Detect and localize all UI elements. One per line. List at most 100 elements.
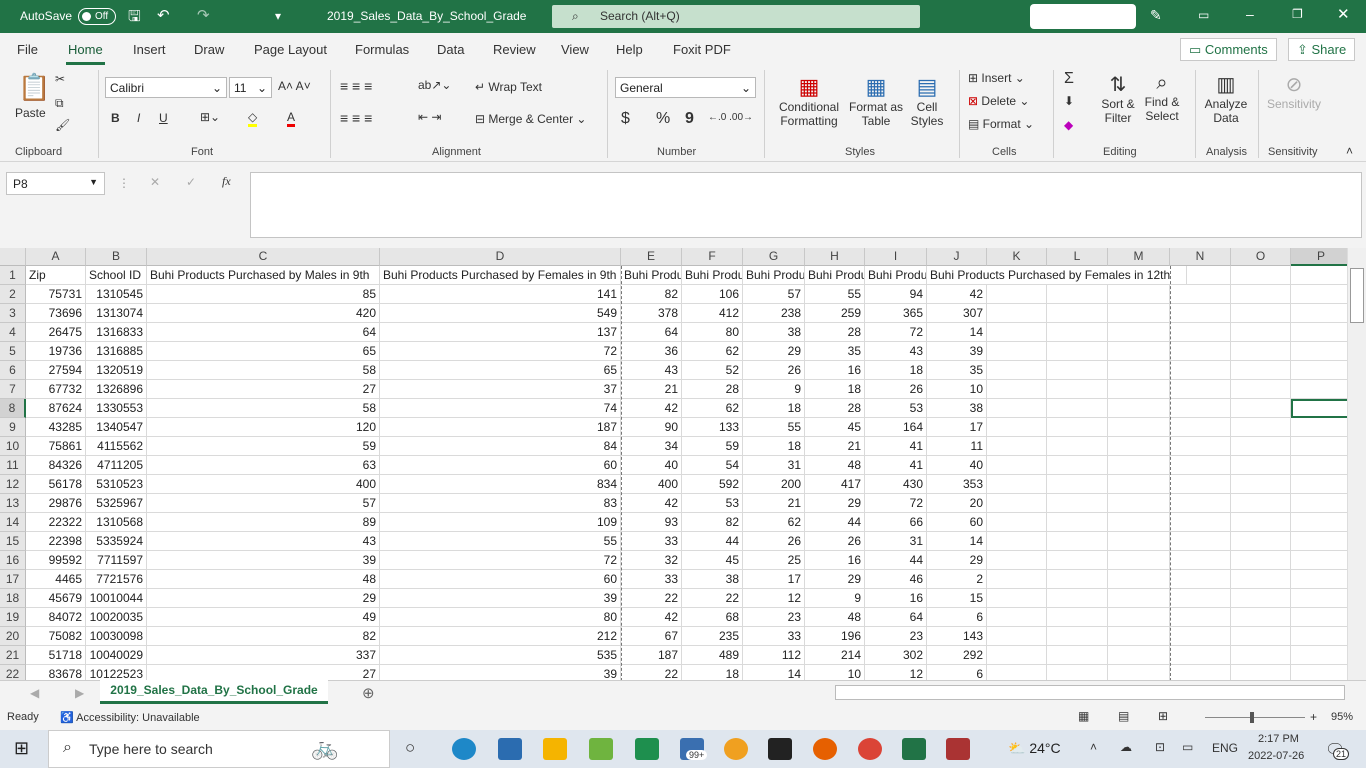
format-cells-button[interactable]: ▤ Format ⌄ [968, 117, 1034, 131]
data-cell[interactable] [1170, 589, 1231, 608]
data-cell[interactable] [1170, 418, 1231, 437]
data-cell[interactable]: 39 [380, 665, 621, 680]
header-cell[interactable] [1231, 266, 1291, 285]
data-cell[interactable] [1170, 551, 1231, 570]
data-cell[interactable]: 106 [682, 285, 743, 304]
data-cell[interactable]: 9 [743, 380, 805, 399]
undo-icon[interactable]: ↶ [157, 6, 170, 24]
data-cell[interactable] [1291, 589, 1347, 608]
data-cell[interactable] [987, 532, 1047, 551]
data-cell[interactable] [1231, 418, 1291, 437]
file-explorer-icon[interactable] [543, 738, 567, 760]
data-cell[interactable]: 2 [927, 570, 987, 589]
data-cell[interactable] [987, 418, 1047, 437]
data-cell[interactable] [1231, 285, 1291, 304]
header-cell[interactable]: Buhi Produ [621, 266, 682, 285]
data-cell[interactable] [1047, 323, 1108, 342]
data-cell[interactable] [1047, 285, 1108, 304]
data-cell[interactable] [1170, 437, 1231, 456]
data-cell[interactable]: 38 [743, 323, 805, 342]
data-cell[interactable]: 64 [865, 608, 927, 627]
row-header[interactable]: 19 [0, 608, 26, 627]
data-cell[interactable]: 27 [147, 380, 380, 399]
data-cell[interactable] [1108, 570, 1170, 589]
data-cell[interactable]: 44 [805, 513, 865, 532]
data-cell[interactable]: 75861 [26, 437, 86, 456]
data-cell[interactable]: 489 [682, 646, 743, 665]
data-cell[interactable]: 90 [621, 418, 682, 437]
data-cell[interactable]: 82 [621, 285, 682, 304]
data-cell[interactable]: 38 [927, 399, 987, 418]
data-cell[interactable]: 1316885 [86, 342, 147, 361]
data-cell[interactable]: 31 [865, 532, 927, 551]
currency-button[interactable]: $ [621, 110, 630, 128]
tab-foxit-pdf[interactable]: Foxit PDF [673, 42, 731, 57]
data-cell[interactable]: 1310545 [86, 285, 147, 304]
data-cell[interactable] [987, 399, 1047, 418]
data-cell[interactable]: 22 [682, 589, 743, 608]
data-cell[interactable]: 84 [380, 437, 621, 456]
data-cell[interactable]: 52 [682, 361, 743, 380]
data-cell[interactable]: 10040029 [86, 646, 147, 665]
data-cell[interactable]: 72 [380, 342, 621, 361]
data-cell[interactable] [1108, 437, 1170, 456]
tab-page-layout[interactable]: Page Layout [254, 42, 327, 57]
column-header-p[interactable]: P [1291, 248, 1347, 266]
data-cell[interactable]: 62 [682, 342, 743, 361]
data-cell[interactable]: 64 [621, 323, 682, 342]
data-cell[interactable] [1047, 627, 1108, 646]
data-cell[interactable] [1291, 665, 1347, 680]
firefox-icon[interactable] [813, 738, 837, 760]
data-cell[interactable] [1231, 399, 1291, 418]
data-cell[interactable]: 18 [743, 399, 805, 418]
data-cell[interactable] [1170, 570, 1231, 589]
data-cell[interactable] [1231, 608, 1291, 627]
delete-cells-button[interactable]: ⊠ Delete ⌄ [968, 94, 1029, 108]
data-cell[interactable] [1291, 304, 1347, 323]
data-cell[interactable]: 66 [865, 513, 927, 532]
data-cell[interactable]: 85 [147, 285, 380, 304]
data-cell[interactable]: 430 [865, 475, 927, 494]
header-cell[interactable]: Buhi Produ [682, 266, 743, 285]
data-cell[interactable]: 10030098 [86, 627, 147, 646]
data-cell[interactable] [1170, 361, 1231, 380]
column-header-m[interactable]: M [1108, 248, 1170, 266]
data-cell[interactable] [1170, 608, 1231, 627]
data-cell[interactable]: 82 [147, 627, 380, 646]
row-header[interactable]: 9 [0, 418, 26, 437]
data-cell[interactable] [1231, 437, 1291, 456]
data-cell[interactable]: 63 [147, 456, 380, 475]
header-cell[interactable]: School ID [86, 266, 147, 285]
data-cell[interactable] [987, 285, 1047, 304]
data-cell[interactable]: 6 [927, 665, 987, 680]
zoom-slider-thumb[interactable] [1250, 712, 1254, 723]
data-cell[interactable] [1108, 342, 1170, 361]
data-cell[interactable] [1170, 494, 1231, 513]
data-cell[interactable]: 592 [682, 475, 743, 494]
page-break-view-icon[interactable]: ⊞ [1158, 709, 1168, 723]
format-as-table-button[interactable]: ▦ Format as Table [848, 74, 904, 128]
column-header-f[interactable]: F [682, 248, 743, 266]
data-cell[interactable]: 1330553 [86, 399, 147, 418]
header-cell[interactable]: Zip [26, 266, 86, 285]
data-cell[interactable]: 420 [147, 304, 380, 323]
data-cell[interactable]: 141 [380, 285, 621, 304]
data-cell[interactable] [1231, 646, 1291, 665]
row-header[interactable]: 21 [0, 646, 26, 665]
data-cell[interactable] [1047, 437, 1108, 456]
data-cell[interactable] [1291, 437, 1347, 456]
data-cell[interactable] [1231, 494, 1291, 513]
data-cell[interactable]: 5325967 [86, 494, 147, 513]
data-cell[interactable]: 75082 [26, 627, 86, 646]
data-cell[interactable]: 67732 [26, 380, 86, 399]
data-cell[interactable]: 93 [621, 513, 682, 532]
data-cell[interactable]: 84326 [26, 456, 86, 475]
fill-color-icon[interactable]: ◇ [248, 110, 258, 127]
data-cell[interactable] [1108, 646, 1170, 665]
fill-icon[interactable]: ⬇ [1064, 94, 1074, 108]
data-cell[interactable]: 187 [380, 418, 621, 437]
row-header[interactable]: 11 [0, 456, 26, 475]
data-cell[interactable]: 55 [743, 418, 805, 437]
weather-widget[interactable]: ⛅ 24°C [1008, 740, 1061, 757]
clear-icon[interactable]: ◆ [1064, 118, 1073, 132]
